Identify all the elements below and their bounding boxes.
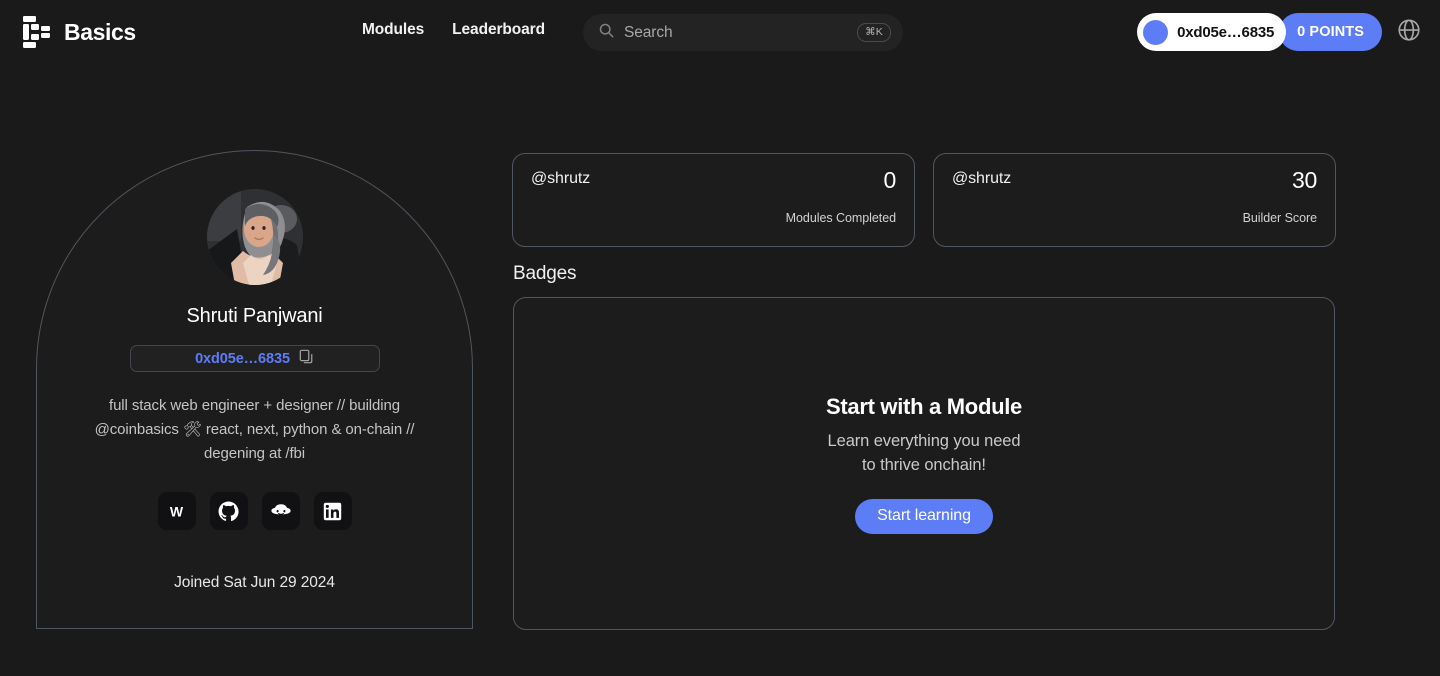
social-links: W — [37, 492, 472, 530]
points-badge[interactable]: 0 POINTS — [1279, 13, 1382, 51]
app-header: Basics Modules Leaderboard ⌘K 0xd05e…683… — [0, 0, 1440, 65]
profile-bio: full stack web engineer + designer // bu… — [94, 397, 415, 462]
stat-value: 0 — [883, 167, 897, 193]
copy-icon[interactable] — [299, 349, 314, 369]
empty-state-line2: to thrive onchain! — [862, 455, 986, 474]
social-github[interactable] — [209, 492, 248, 530]
stat-value: 30 — [1292, 167, 1317, 193]
social-warpcast[interactable]: W — [157, 492, 196, 530]
globe-icon[interactable] — [1394, 17, 1422, 48]
linkedin-icon — [323, 502, 342, 521]
badges-section-title: Badges — [513, 263, 577, 284]
avatar — [1143, 19, 1169, 45]
stats-row: @shrutz 0 Modules Completed @shrutz 30 B… — [512, 153, 1336, 247]
brand-name: Basics — [64, 18, 136, 45]
search-icon — [599, 23, 614, 43]
w-icon: W — [167, 502, 186, 521]
stat-card-modules-completed: @shrutz 0 Modules Completed — [512, 153, 915, 247]
search-input[interactable] — [624, 23, 858, 42]
stat-label: Modules Completed — [785, 211, 896, 225]
social-linkedin[interactable] — [313, 492, 352, 530]
profile-card: Shruti Panjwani 0xd05e…6835 full stack w… — [36, 150, 473, 629]
header-right-group: 0xd05e…6835 0 POINTS — [1137, 13, 1422, 51]
empty-state-line1: Learn everything you need — [827, 431, 1021, 450]
stat-handle: @shrutz — [531, 170, 591, 187]
nav-modules[interactable]: Modules — [362, 21, 424, 39]
badges-empty-panel: Start with a Module Learn everything you… — [513, 297, 1335, 630]
nav-leaderboard[interactable]: Leaderboard — [452, 21, 545, 39]
joined-date: Joined Sat Jun 29 2024 — [174, 574, 335, 591]
brand-logo-link[interactable]: Basics — [22, 15, 136, 49]
copy-address-button[interactable]: 0xd05e…6835 — [129, 345, 380, 372]
search-shortcut-badge: ⌘K — [857, 23, 891, 42]
cloud-face-icon — [270, 503, 292, 519]
search-bar[interactable]: ⌘K — [583, 14, 903, 51]
stat-card-builder-score: @shrutz 30 Builder Score — [933, 153, 1336, 247]
empty-state-title: Start with a Module — [826, 393, 1022, 419]
profile-address: 0xd05e…6835 — [195, 350, 290, 367]
wallet-address: 0xd05e…6835 — [1177, 23, 1275, 41]
basics-blocks-logo-icon — [22, 15, 52, 49]
profile-name: Shruti Panjwani — [186, 305, 323, 327]
empty-state-subtitle: Learn everything you need to thrive onch… — [828, 429, 1021, 477]
main-content: Shruti Panjwani 0xd05e…6835 full stack w… — [0, 65, 1440, 676]
start-learning-button[interactable]: Start learning — [855, 498, 993, 534]
profile-avatar — [206, 189, 303, 285]
wallet-button[interactable]: 0xd05e…6835 — [1137, 13, 1287, 51]
github-icon — [218, 500, 239, 522]
social-farcaster[interactable] — [261, 492, 300, 530]
primary-nav: Modules Leaderboard — [362, 21, 545, 39]
stat-handle: @shrutz — [952, 170, 1012, 187]
wallet-points-group: 0xd05e…6835 0 POINTS — [1137, 13, 1382, 51]
svg-text:W: W — [170, 503, 184, 519]
stat-label: Builder Score — [1242, 211, 1317, 225]
